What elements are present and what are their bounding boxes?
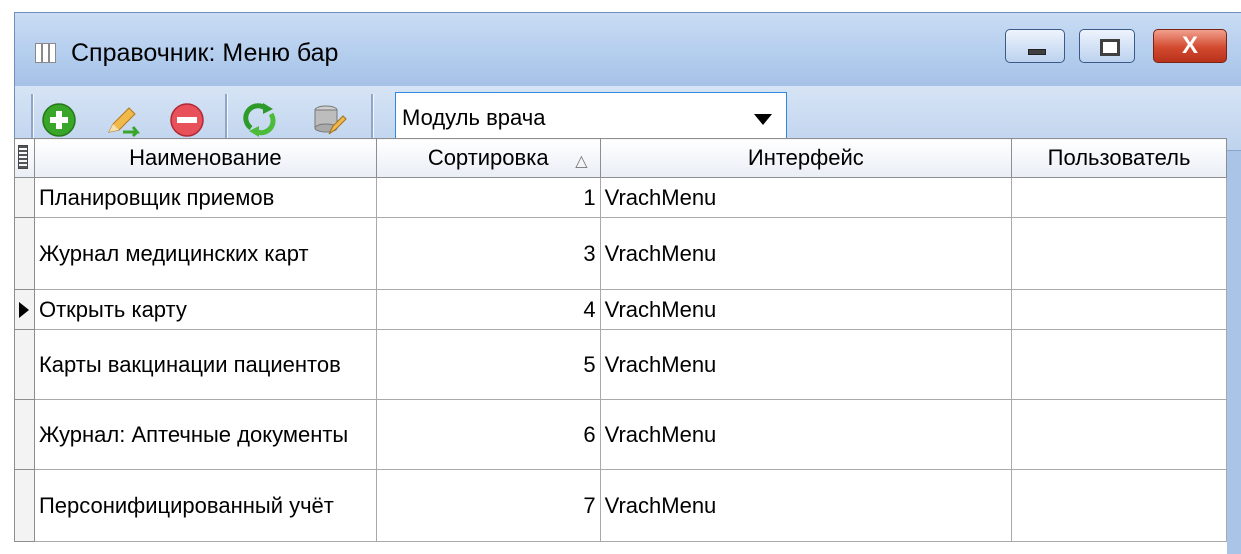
- menu-table: Наименование Сортировка △ Интерфейс Поль…: [14, 138, 1227, 542]
- cell-interface[interactable]: VrachMenu: [599, 177, 1013, 218]
- row-indicator[interactable]: [14, 399, 35, 470]
- column-header-sort[interactable]: Сортировка △: [375, 138, 601, 178]
- close-icon: X: [1181, 32, 1198, 59]
- dropdown-arrow-icon[interactable]: [754, 114, 772, 125]
- maximize-icon: [1100, 39, 1120, 56]
- cell-name[interactable]: Планировщик приемов: [33, 177, 377, 218]
- menu-grid: Наименование Сортировка △ Интерфейс Поль…: [14, 138, 1227, 554]
- database-edit-icon[interactable]: [311, 102, 347, 138]
- row-indicator[interactable]: [14, 329, 35, 400]
- cell-user[interactable]: [1011, 289, 1227, 330]
- window-title: Справочник: Меню бар: [71, 39, 339, 67]
- cell-interface[interactable]: VrachMenu: [599, 217, 1013, 290]
- cell-user[interactable]: [1011, 399, 1227, 470]
- cell-name[interactable]: Журнал медицинских карт: [33, 217, 377, 290]
- cell-name[interactable]: Карты вакцинации пациентов: [33, 329, 377, 400]
- cell-name[interactable]: Персонифицированный учёт: [33, 469, 377, 542]
- maximize-button[interactable]: [1079, 29, 1135, 63]
- cell-interface[interactable]: VrachMenu: [599, 289, 1013, 330]
- toolbar-separator: [225, 94, 228, 142]
- column-header-interface[interactable]: Интерфейс: [599, 138, 1013, 178]
- cell-name[interactable]: Открыть карту: [33, 289, 377, 330]
- cell-name[interactable]: Журнал: Аптечные документы: [33, 399, 377, 470]
- cell-user[interactable]: [1011, 329, 1227, 400]
- cell-sort[interactable]: 6: [375, 399, 601, 470]
- cell-sort[interactable]: 7: [375, 469, 601, 542]
- cell-interface[interactable]: VrachMenu: [599, 469, 1013, 542]
- cell-sort[interactable]: 3: [375, 217, 601, 290]
- column-header-user[interactable]: Пользователь: [1011, 138, 1227, 178]
- toolbar-separator: [31, 94, 34, 142]
- table-row[interactable]: Планировщик приемов 1 VrachMenu: [14, 177, 1227, 218]
- table-row[interactable]: Персонифицированный учёт 7 VrachMenu: [14, 469, 1227, 542]
- row-indicator[interactable]: [14, 177, 35, 218]
- cell-user[interactable]: [1011, 217, 1227, 290]
- column-header-name[interactable]: Наименование: [33, 138, 377, 178]
- table-row[interactable]: Журнал: Аптечные документы 6 VrachMenu: [14, 399, 1227, 470]
- table-row[interactable]: Карты вакцинации пациентов 5 VrachMenu: [14, 329, 1227, 400]
- column-header-sort-label: Сортировка: [427, 145, 549, 170]
- current-row-arrow-icon: [19, 302, 29, 318]
- table-row-current[interactable]: Открыть карту 4 VrachMenu: [14, 289, 1227, 330]
- cell-sort[interactable]: 4: [375, 289, 601, 330]
- column-chooser[interactable]: [14, 138, 35, 178]
- title-bar[interactable]: Справочник: Меню бар X: [15, 13, 1241, 86]
- refresh-icon[interactable]: [243, 102, 279, 138]
- module-select[interactable]: Модуль врача: [395, 92, 787, 142]
- column-chooser-icon: [18, 145, 28, 169]
- cell-user[interactable]: [1011, 177, 1227, 218]
- cell-user[interactable]: [1011, 469, 1227, 542]
- table-icon: [35, 43, 57, 63]
- table-header-row: Наименование Сортировка △ Интерфейс Поль…: [14, 138, 1227, 178]
- sort-ascending-icon: △: [575, 153, 588, 170]
- table-row[interactable]: Журнал медицинских карт 3 VrachMenu: [14, 217, 1227, 290]
- row-indicator[interactable]: [14, 217, 35, 290]
- cell-interface[interactable]: VrachMenu: [599, 329, 1013, 400]
- cell-sort[interactable]: 1: [375, 177, 601, 218]
- minimize-icon: [1028, 49, 1046, 55]
- row-indicator[interactable]: [14, 289, 35, 330]
- edit-icon[interactable]: [105, 102, 141, 138]
- close-button[interactable]: X: [1153, 29, 1227, 63]
- add-icon[interactable]: [41, 102, 77, 138]
- row-indicator[interactable]: [14, 469, 35, 542]
- cell-interface[interactable]: VrachMenu: [599, 399, 1013, 470]
- minimize-button[interactable]: [1005, 29, 1065, 63]
- cell-sort[interactable]: 5: [375, 329, 601, 400]
- toolbar-separator: [371, 94, 374, 142]
- module-select-value: Модуль врача: [402, 105, 546, 130]
- delete-icon[interactable]: [169, 102, 205, 138]
